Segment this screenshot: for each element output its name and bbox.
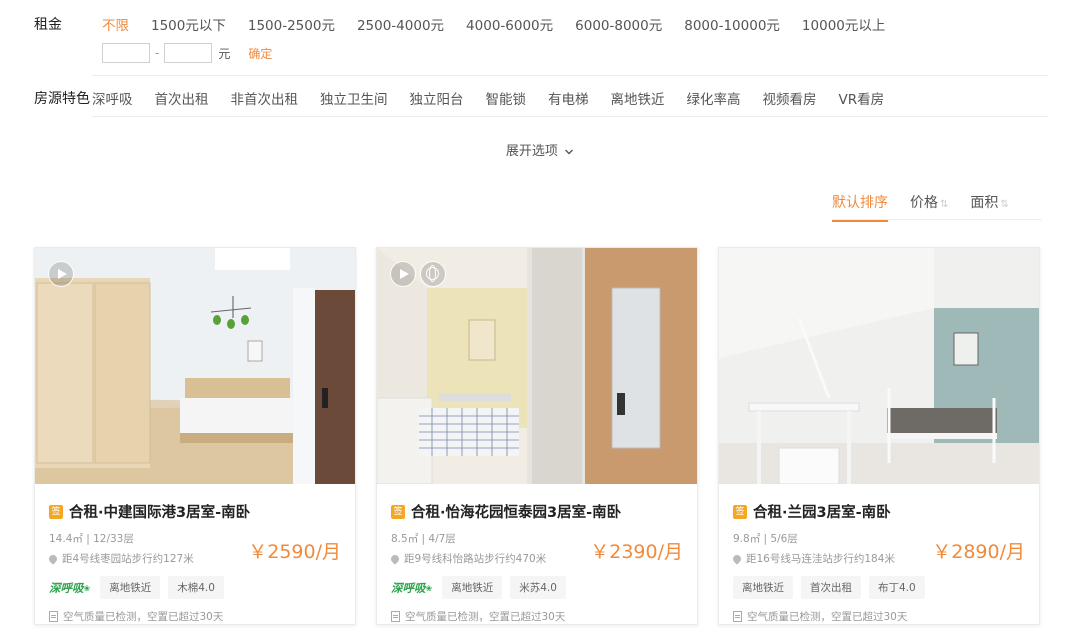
rent-option-any[interactable]: 不限 — [102, 14, 129, 34]
rent-option-1500-2500[interactable]: 1500-2500元 — [248, 14, 335, 34]
sort-arrows-icon: ⇅ — [1000, 199, 1009, 210]
confirm-price-button[interactable]: 确定 — [248, 45, 272, 62]
range-dash: - — [155, 46, 160, 60]
air-quality-note: 空气质量已检测，空置已超过30天 — [391, 609, 683, 624]
feature-option-near-subway[interactable]: 离地铁近 — [611, 88, 665, 108]
tag: 米苏4.0 — [510, 576, 566, 599]
tag: 首次出租 — [801, 576, 861, 599]
listing-photo[interactable] — [719, 248, 1039, 484]
feature-option-private-balcony[interactable]: 独立阳台 — [410, 88, 464, 108]
tag: 木棉4.0 — [168, 576, 224, 599]
location-pin-icon — [389, 552, 401, 565]
feature-option-first-rent[interactable]: 首次出租 — [155, 88, 209, 108]
listing-title[interactable]: 合租·中建国际港3居室-南卧 — [69, 501, 250, 522]
custom-price-range: - 元 确定 — [102, 43, 272, 63]
features-filter-row: 房源特色 深呼吸 首次出租 非首次出租 独立卫生间 独立阳台 智能锁 有电梯 离… — [34, 88, 906, 108]
tag: 离地铁近 — [442, 576, 503, 599]
air-quality-note: 空气质量已检测，空置已超过30天 — [733, 609, 1025, 624]
location-pin-icon — [731, 552, 743, 565]
chevron-down-icon — [565, 149, 574, 154]
feature-option-private-bathroom[interactable]: 独立卫生间 — [320, 88, 388, 108]
feature-option-video-tour[interactable]: 视频看房 — [763, 88, 817, 108]
features-filter-label: 房源特色 — [34, 91, 90, 107]
listing-card[interactable]: 签 合租·中建国际港3居室-南卧 14.4㎡ | 12/33层 距4号线枣园站步… — [34, 247, 356, 625]
tag: 布丁4.0 — [869, 576, 925, 599]
tag: 离地铁近 — [100, 576, 161, 599]
feature-option-deep-breath[interactable]: 深呼吸 — [92, 88, 133, 108]
rent-option-2500-4000[interactable]: 2500-4000元 — [357, 14, 444, 34]
listing-card[interactable]: 签 合租·兰园3居室-南卧 9.8㎡ | 5/6层 距16号线马连洼站步行约18… — [718, 247, 1040, 625]
location-pin-icon — [47, 552, 59, 565]
signed-icon: 签 — [391, 504, 405, 519]
sort-underline-track — [832, 219, 1042, 220]
listing-price: ￥2390/月 — [590, 541, 683, 563]
sort-default[interactable]: 默认排序 — [832, 192, 888, 222]
document-icon — [49, 611, 58, 622]
deep-breath-tag: 深呼吸❀ — [391, 580, 433, 595]
feature-option-smart-lock[interactable]: 智能锁 — [486, 88, 527, 108]
expand-options-label: 展开选项 — [505, 144, 558, 159]
document-icon — [391, 611, 400, 622]
rent-filter-row: 租金 不限 1500元以下 1500-2500元 2500-4000元 4000… — [34, 14, 907, 34]
divider — [92, 75, 1048, 76]
listing-title[interactable]: 合租·怡海花园恒泰园3居室-南卧 — [411, 501, 621, 522]
listing-price: ￥2590/月 — [248, 541, 341, 563]
tag: 离地铁近 — [733, 576, 793, 599]
play-video-icon[interactable] — [390, 261, 416, 287]
room-photo-3 — [719, 248, 1039, 484]
sort-bar: 默认排序 价格 ⇅ 面积 ⇅ — [832, 192, 1031, 222]
signed-icon: 签 — [733, 504, 747, 519]
play-video-icon[interactable] — [48, 261, 74, 287]
signed-icon: 签 — [49, 504, 63, 519]
room-photo-1 — [35, 248, 355, 484]
max-price-input[interactable] — [164, 43, 213, 63]
listing-card[interactable]: 签 合租·怡海花园恒泰园3居室-南卧 8.5㎡ | 4/7层 距9号线科怡路站步… — [376, 247, 698, 625]
listing-photo[interactable] — [35, 248, 355, 484]
listing-price: ￥2890/月 — [932, 541, 1025, 563]
min-price-input[interactable] — [102, 43, 150, 63]
feature-option-vr-tour[interactable]: VR看房 — [839, 88, 885, 108]
divider — [92, 116, 1048, 117]
expand-options-button[interactable]: 展开选项 — [0, 140, 1080, 159]
listing-photo[interactable] — [377, 248, 697, 484]
rent-option-8000-10000[interactable]: 8000-10000元 — [684, 14, 780, 34]
rent-option-over-10000[interactable]: 10000元以上 — [802, 14, 885, 34]
feature-option-green-rate[interactable]: 绿化率高 — [687, 88, 741, 108]
rent-filter-label: 租金 — [34, 17, 62, 33]
feature-option-not-first-rent[interactable]: 非首次出租 — [231, 88, 299, 108]
sort-area[interactable]: 面积 ⇅ — [970, 192, 1008, 222]
document-icon — [733, 611, 742, 622]
deep-breath-tag: 深呼吸❀ — [49, 580, 91, 595]
sort-arrows-icon: ⇅ — [940, 199, 949, 210]
feature-option-elevator[interactable]: 有电梯 — [548, 88, 589, 108]
rent-option-under-1500[interactable]: 1500元以下 — [151, 14, 226, 34]
listing-title[interactable]: 合租·兰园3居室-南卧 — [753, 501, 891, 522]
sort-price[interactable]: 价格 ⇅ — [910, 192, 948, 222]
air-quality-note: 空气质量已检测，空置已超过30天 — [49, 609, 341, 624]
rent-option-6000-8000[interactable]: 6000-8000元 — [575, 14, 662, 34]
rent-option-4000-6000[interactable]: 4000-6000元 — [466, 14, 553, 34]
vr-view-icon[interactable] — [420, 261, 446, 287]
price-unit: 元 — [218, 46, 231, 61]
